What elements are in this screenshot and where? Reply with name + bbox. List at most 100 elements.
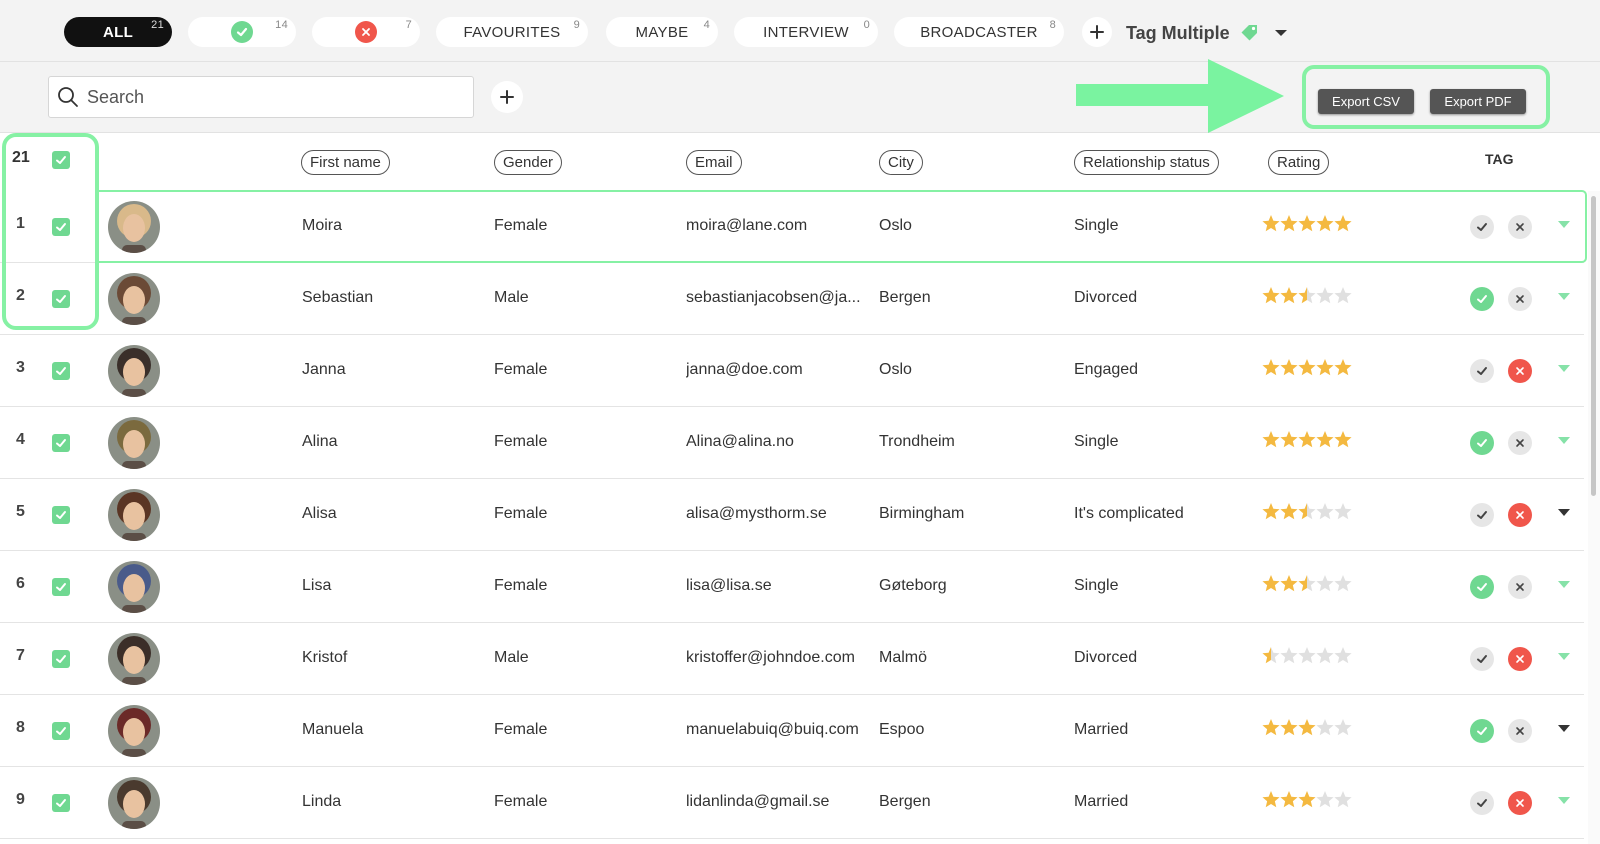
tab-approved[interactable]: 14: [188, 17, 296, 47]
star-icon[interactable]: [1316, 431, 1334, 448]
column-relationship-status[interactable]: Relationship status: [1074, 150, 1219, 175]
reject-button[interactable]: [1508, 503, 1532, 527]
star-icon[interactable]: [1298, 431, 1316, 448]
tab-broadcaster[interactable]: BROADCASTER 8: [894, 17, 1064, 47]
star-icon[interactable]: [1334, 287, 1352, 304]
star-icon[interactable]: [1262, 431, 1280, 448]
star-icon[interactable]: [1280, 359, 1298, 376]
approve-button[interactable]: [1470, 647, 1494, 671]
star-icon[interactable]: [1262, 359, 1280, 376]
approve-button[interactable]: [1470, 575, 1494, 599]
add-tag-button[interactable]: [1082, 17, 1112, 47]
star-icon[interactable]: [1280, 647, 1298, 664]
approve-button[interactable]: [1470, 503, 1494, 527]
row-expand-chevron-icon[interactable]: [1558, 365, 1570, 372]
star-icon[interactable]: [1298, 503, 1316, 520]
reject-button[interactable]: [1508, 287, 1532, 311]
reject-button[interactable]: [1508, 719, 1532, 743]
star-icon[interactable]: [1280, 431, 1298, 448]
star-icon[interactable]: [1262, 791, 1280, 808]
star-icon[interactable]: [1334, 575, 1352, 592]
approve-button[interactable]: [1470, 719, 1494, 743]
row-checkbox[interactable]: [52, 578, 70, 596]
row-expand-chevron-icon[interactable]: [1558, 509, 1570, 516]
rating-stars[interactable]: [1262, 358, 1354, 378]
row-checkbox[interactable]: [52, 650, 70, 668]
row-expand-chevron-icon[interactable]: [1558, 293, 1570, 300]
reject-button[interactable]: [1508, 431, 1532, 455]
reject-button[interactable]: [1508, 575, 1532, 599]
rating-stars[interactable]: [1262, 574, 1354, 594]
table-row[interactable]: 9 Linda Female lidanlinda@gmail.se Bergen Mar…: [0, 767, 1584, 839]
star-icon[interactable]: [1280, 287, 1298, 304]
star-icon[interactable]: [1298, 287, 1316, 304]
add-filter-button[interactable]: [491, 81, 523, 113]
row-expand-chevron-icon[interactable]: [1558, 797, 1570, 804]
tab-rejected[interactable]: 7: [312, 17, 420, 47]
star-icon[interactable]: [1298, 647, 1316, 664]
tag-multiple-dropdown[interactable]: Tag Multiple: [1126, 20, 1288, 46]
star-icon[interactable]: [1334, 719, 1352, 736]
approve-button[interactable]: [1470, 359, 1494, 383]
star-icon[interactable]: [1298, 359, 1316, 376]
table-row[interactable]: 8 Manuela Female manuelabuiq@buiq.com Espoo M…: [0, 695, 1584, 767]
star-icon[interactable]: [1316, 359, 1334, 376]
star-icon[interactable]: [1262, 287, 1280, 304]
star-icon[interactable]: [1262, 503, 1280, 520]
star-icon[interactable]: [1298, 575, 1316, 592]
star-icon[interactable]: [1316, 791, 1334, 808]
tab-all[interactable]: ALL 21: [64, 17, 172, 47]
star-icon[interactable]: [1262, 719, 1280, 736]
column-first-name[interactable]: First name: [301, 150, 390, 175]
star-icon[interactable]: [1280, 575, 1298, 592]
export-pdf-button[interactable]: Export PDF: [1430, 89, 1526, 114]
star-icon[interactable]: [1316, 647, 1334, 664]
rating-stars[interactable]: [1262, 718, 1354, 738]
row-expand-chevron-icon[interactable]: [1558, 437, 1570, 444]
approve-button[interactable]: [1470, 287, 1494, 311]
star-icon[interactable]: [1298, 719, 1316, 736]
star-icon[interactable]: [1298, 791, 1316, 808]
star-icon[interactable]: [1262, 575, 1280, 592]
star-icon[interactable]: [1316, 719, 1334, 736]
rating-stars[interactable]: [1262, 646, 1354, 666]
table-row[interactable]: 5 Alisa Female alisa@mysthorm.se Birmingham I…: [0, 479, 1584, 551]
star-icon[interactable]: [1280, 719, 1298, 736]
reject-button[interactable]: [1508, 359, 1532, 383]
star-icon[interactable]: [1334, 647, 1352, 664]
export-csv-button[interactable]: Export CSV: [1318, 89, 1414, 114]
column-city[interactable]: City: [879, 150, 923, 175]
star-icon[interactable]: [1316, 503, 1334, 520]
column-email[interactable]: Email: [686, 150, 742, 175]
row-checkbox[interactable]: [52, 434, 70, 452]
rating-stars[interactable]: [1262, 286, 1354, 306]
row-expand-chevron-icon[interactable]: [1558, 653, 1570, 660]
table-row[interactable]: 2 Sebastian Male sebastianjacobsen@ja... Ber…: [0, 263, 1584, 335]
reject-button[interactable]: [1508, 791, 1532, 815]
tab-favourites[interactable]: FAVOURITES 9: [436, 17, 588, 47]
star-icon[interactable]: [1334, 431, 1352, 448]
scrollbar-thumb[interactable]: [1591, 196, 1596, 496]
star-icon[interactable]: [1280, 791, 1298, 808]
table-row[interactable]: 7 Kristof Male kristoffer@johndoe.com Malmö D…: [0, 623, 1584, 695]
star-icon[interactable]: [1334, 791, 1352, 808]
table-row[interactable]: 6 Lisa Female lisa@lisa.se Gøteborg Single: [0, 551, 1584, 623]
row-checkbox[interactable]: [52, 506, 70, 524]
star-icon[interactable]: [1334, 503, 1352, 520]
column-rating[interactable]: Rating: [1268, 150, 1330, 175]
tab-interview[interactable]: INTERVIEW 0: [734, 17, 878, 47]
rating-stars[interactable]: [1262, 502, 1354, 522]
search-input[interactable]: [87, 86, 447, 108]
star-icon[interactable]: [1316, 575, 1334, 592]
column-gender[interactable]: Gender: [494, 150, 563, 175]
tab-maybe[interactable]: MAYBE 4: [606, 17, 718, 47]
star-icon[interactable]: [1262, 647, 1280, 664]
row-checkbox[interactable]: [52, 794, 70, 812]
table-row[interactable]: 3 Janna Female janna@doe.com Oslo Engaged: [0, 335, 1584, 407]
row-expand-chevron-icon[interactable]: [1558, 725, 1570, 732]
star-icon[interactable]: [1316, 287, 1334, 304]
row-expand-chevron-icon[interactable]: [1558, 581, 1570, 588]
approve-button[interactable]: [1470, 431, 1494, 455]
star-icon[interactable]: [1280, 503, 1298, 520]
row-checkbox[interactable]: [52, 362, 70, 380]
